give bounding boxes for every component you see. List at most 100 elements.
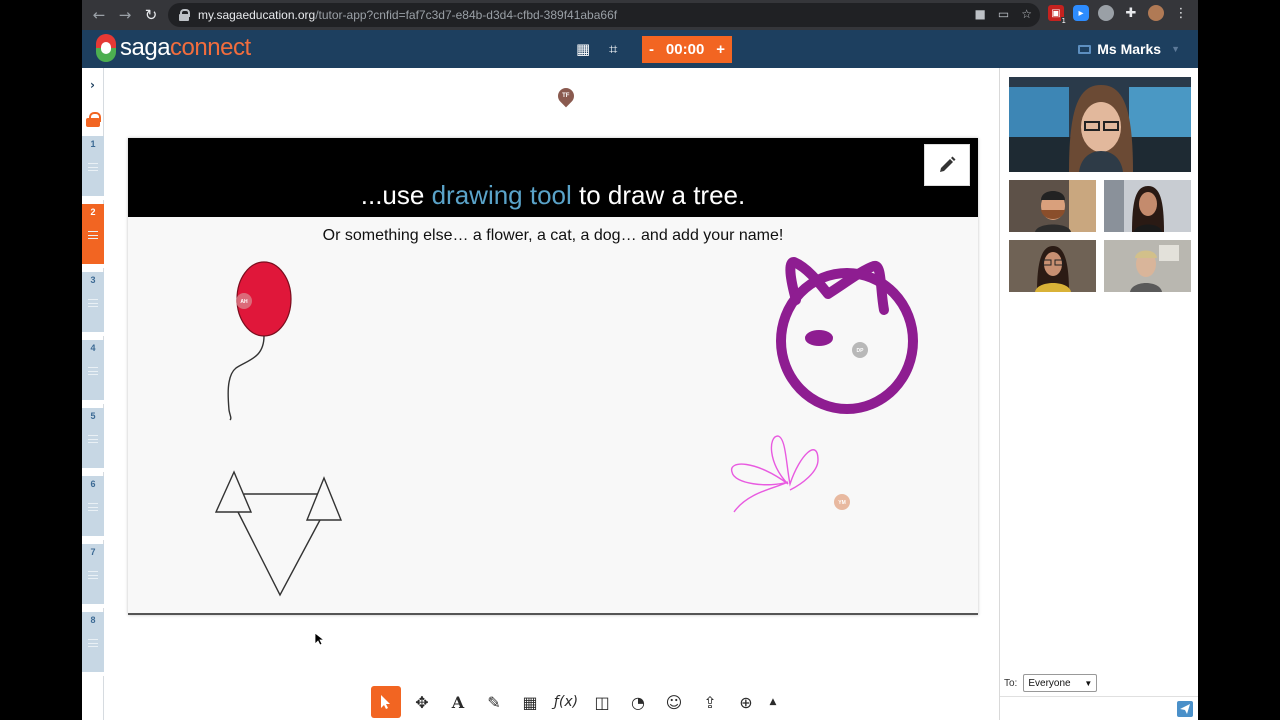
move-tool-icon[interactable]: ✥ [404,686,440,718]
slide-tab-5[interactable]: 5 [82,408,104,472]
slide-tab-number: 7 [90,547,96,557]
split-view-icon[interactable]: ◫ [584,686,620,718]
emoji-icon[interactable]: ☺ [656,686,692,718]
student-drawings: AH DP YM [214,257,918,597]
slide-tab-8[interactable]: 8 [82,612,104,676]
slide-tab-2[interactable]: 2 [82,204,104,268]
slide-tab-number: 8 [90,615,96,625]
logo-saga-text: saga [120,34,171,61]
svg-text:AH: AH [240,299,248,305]
profile-avatar[interactable] [1148,5,1164,21]
text-tool-icon[interactable]: A [440,686,476,718]
slide-tab-number: 6 [90,479,96,489]
browser-window: ← → ↻ my.sagaeducation.org/tutor-app?cnf… [82,0,1198,720]
zoom-extension-icon[interactable]: ▸ [1073,5,1089,21]
drag-handle-icon[interactable] [88,163,98,171]
balloon-drawing [227,261,292,421]
slide-tab-4[interactable]: 4 [82,340,104,404]
chat-to-label: To: [1004,677,1018,689]
slide-tab-number: 3 [90,275,96,285]
extension-badge-count: 1 [1060,17,1067,25]
function-tool-icon[interactable]: ƒ(x) [548,686,584,718]
participant-cursor-dp: DP [852,342,868,358]
chat-recipient-value: Everyone [1028,677,1071,689]
drag-handle-icon[interactable] [88,639,98,647]
chat-message-input[interactable] [1000,696,1198,720]
timer-value: 00:00 [665,41,705,58]
calculator-icon[interactable]: ▦ [512,686,548,718]
whiteboard-stage[interactable]: TF ...use drawing tool to draw a tree. O… [104,68,999,720]
slide-tab-number: 5 [90,411,96,421]
grid-apps-icon[interactable]: ▦ [576,40,590,58]
slide-tab-6[interactable]: 6 [82,476,104,540]
cat-drawing [776,257,918,414]
chat-recipient-select[interactable]: Everyone ▼ [1023,674,1098,692]
saga-logo-icon [96,34,116,62]
drag-handle-icon[interactable] [88,367,98,375]
svg-text:DP: DP [857,348,865,354]
slide-rail: › 1 2 3 4 5 6 7 8 [82,68,104,720]
crop-icon[interactable]: ⌗ [609,40,617,58]
zoom-icon[interactable]: ⊕ [728,686,764,718]
slide-tab-number: 1 [90,139,96,149]
reload-icon[interactable]: ↻ [138,0,164,30]
user-name: Ms Marks [1097,41,1162,57]
pen-tool-icon[interactable]: ✎ [476,686,512,718]
drag-handle-icon[interactable] [88,231,98,239]
select-tool-icon[interactable] [371,686,401,718]
flower-drawing [731,435,819,513]
cast-icon[interactable]: ▭ [998,7,1009,21]
app-header: saga connect ▦ ⌗ - 00:00 + Ms Marks ▼ [82,30,1198,68]
chevron-down-icon: ▼ [1171,44,1180,54]
logo-connect-text: connect [170,34,251,61]
upload-icon[interactable]: ⇪ [692,686,728,718]
timer-decrease-button[interactable]: - [649,41,654,58]
video-tile-4[interactable] [1104,240,1191,292]
lock-icon[interactable] [86,112,101,127]
back-icon[interactable]: ← [86,0,112,30]
toolbar-expand-icon[interactable]: ▲ [764,686,782,718]
drag-handle-icon[interactable] [88,503,98,511]
user-menu[interactable]: Ms Marks ▼ [1078,41,1180,57]
timer-increase-button[interactable]: + [716,41,725,58]
drag-handle-icon[interactable] [88,435,98,443]
video-tile-1[interactable] [1009,180,1096,232]
lock-icon [178,9,190,21]
video-tile-main[interactable] [1009,77,1191,172]
svg-text:YM: YM [838,500,846,506]
drawing-toolbar: ✥ A ✎ ▦ ƒ(x) ◫ ◔ ☺ ⇪ ⊕ ▲ [368,685,782,719]
url-path: /tutor-app?cnfid=faf7c3d7-e84b-d3d4-cfbd… [315,8,618,22]
chat-recipient-row: To: Everyone ▼ [1004,674,1098,692]
slide-tab-3[interactable]: 3 [82,272,104,336]
slide-tab-1[interactable]: 1 [82,136,104,200]
camera-icon[interactable]: ■ [975,7,986,21]
video-tile-3[interactable] [1009,240,1096,292]
slide-tab-7[interactable]: 7 [82,544,104,608]
star-icon[interactable]: ☆ [1021,7,1032,21]
browser-toolbar: ← → ↻ my.sagaeducation.org/tutor-app?cnf… [82,0,1198,30]
slide-canvas[interactable]: ...use drawing tool to draw a tree. Or s… [128,138,978,615]
forward-icon[interactable]: → [112,0,138,30]
fox-drawing [214,470,343,597]
drag-handle-icon[interactable] [88,571,98,579]
participant-cursor-tf: TF [554,84,578,108]
expand-rail-icon[interactable]: › [82,68,103,102]
address-bar[interactable]: my.sagaeducation.org/tutor-app?cnfid=faf… [168,3,1040,27]
extension-badge-icon[interactable]: ▣ 1 [1048,5,1067,25]
chart-tool-icon[interactable]: ◔ [620,686,656,718]
extension-circle-icon[interactable] [1098,5,1114,21]
send-icon[interactable] [1177,701,1193,717]
video-chat-panel: To: Everyone ▼ [999,68,1198,720]
chevron-down-icon: ▼ [1084,678,1093,688]
laptop-icon [1078,44,1092,54]
participant-cursor-ym: YM [834,494,850,510]
mouse-pointer-icon [314,632,326,646]
session-timer: - 00:00 + [642,36,732,63]
menu-dots-icon[interactable]: ⋮ [1173,5,1189,21]
url-host: my.sagaeducation.org [198,8,316,22]
slide-tab-number: 2 [90,207,96,217]
slide-tab-number: 4 [90,343,96,353]
puzzle-icon[interactable]: ✚ [1123,5,1139,21]
drag-handle-icon[interactable] [88,299,98,307]
video-tile-2[interactable] [1104,180,1191,232]
